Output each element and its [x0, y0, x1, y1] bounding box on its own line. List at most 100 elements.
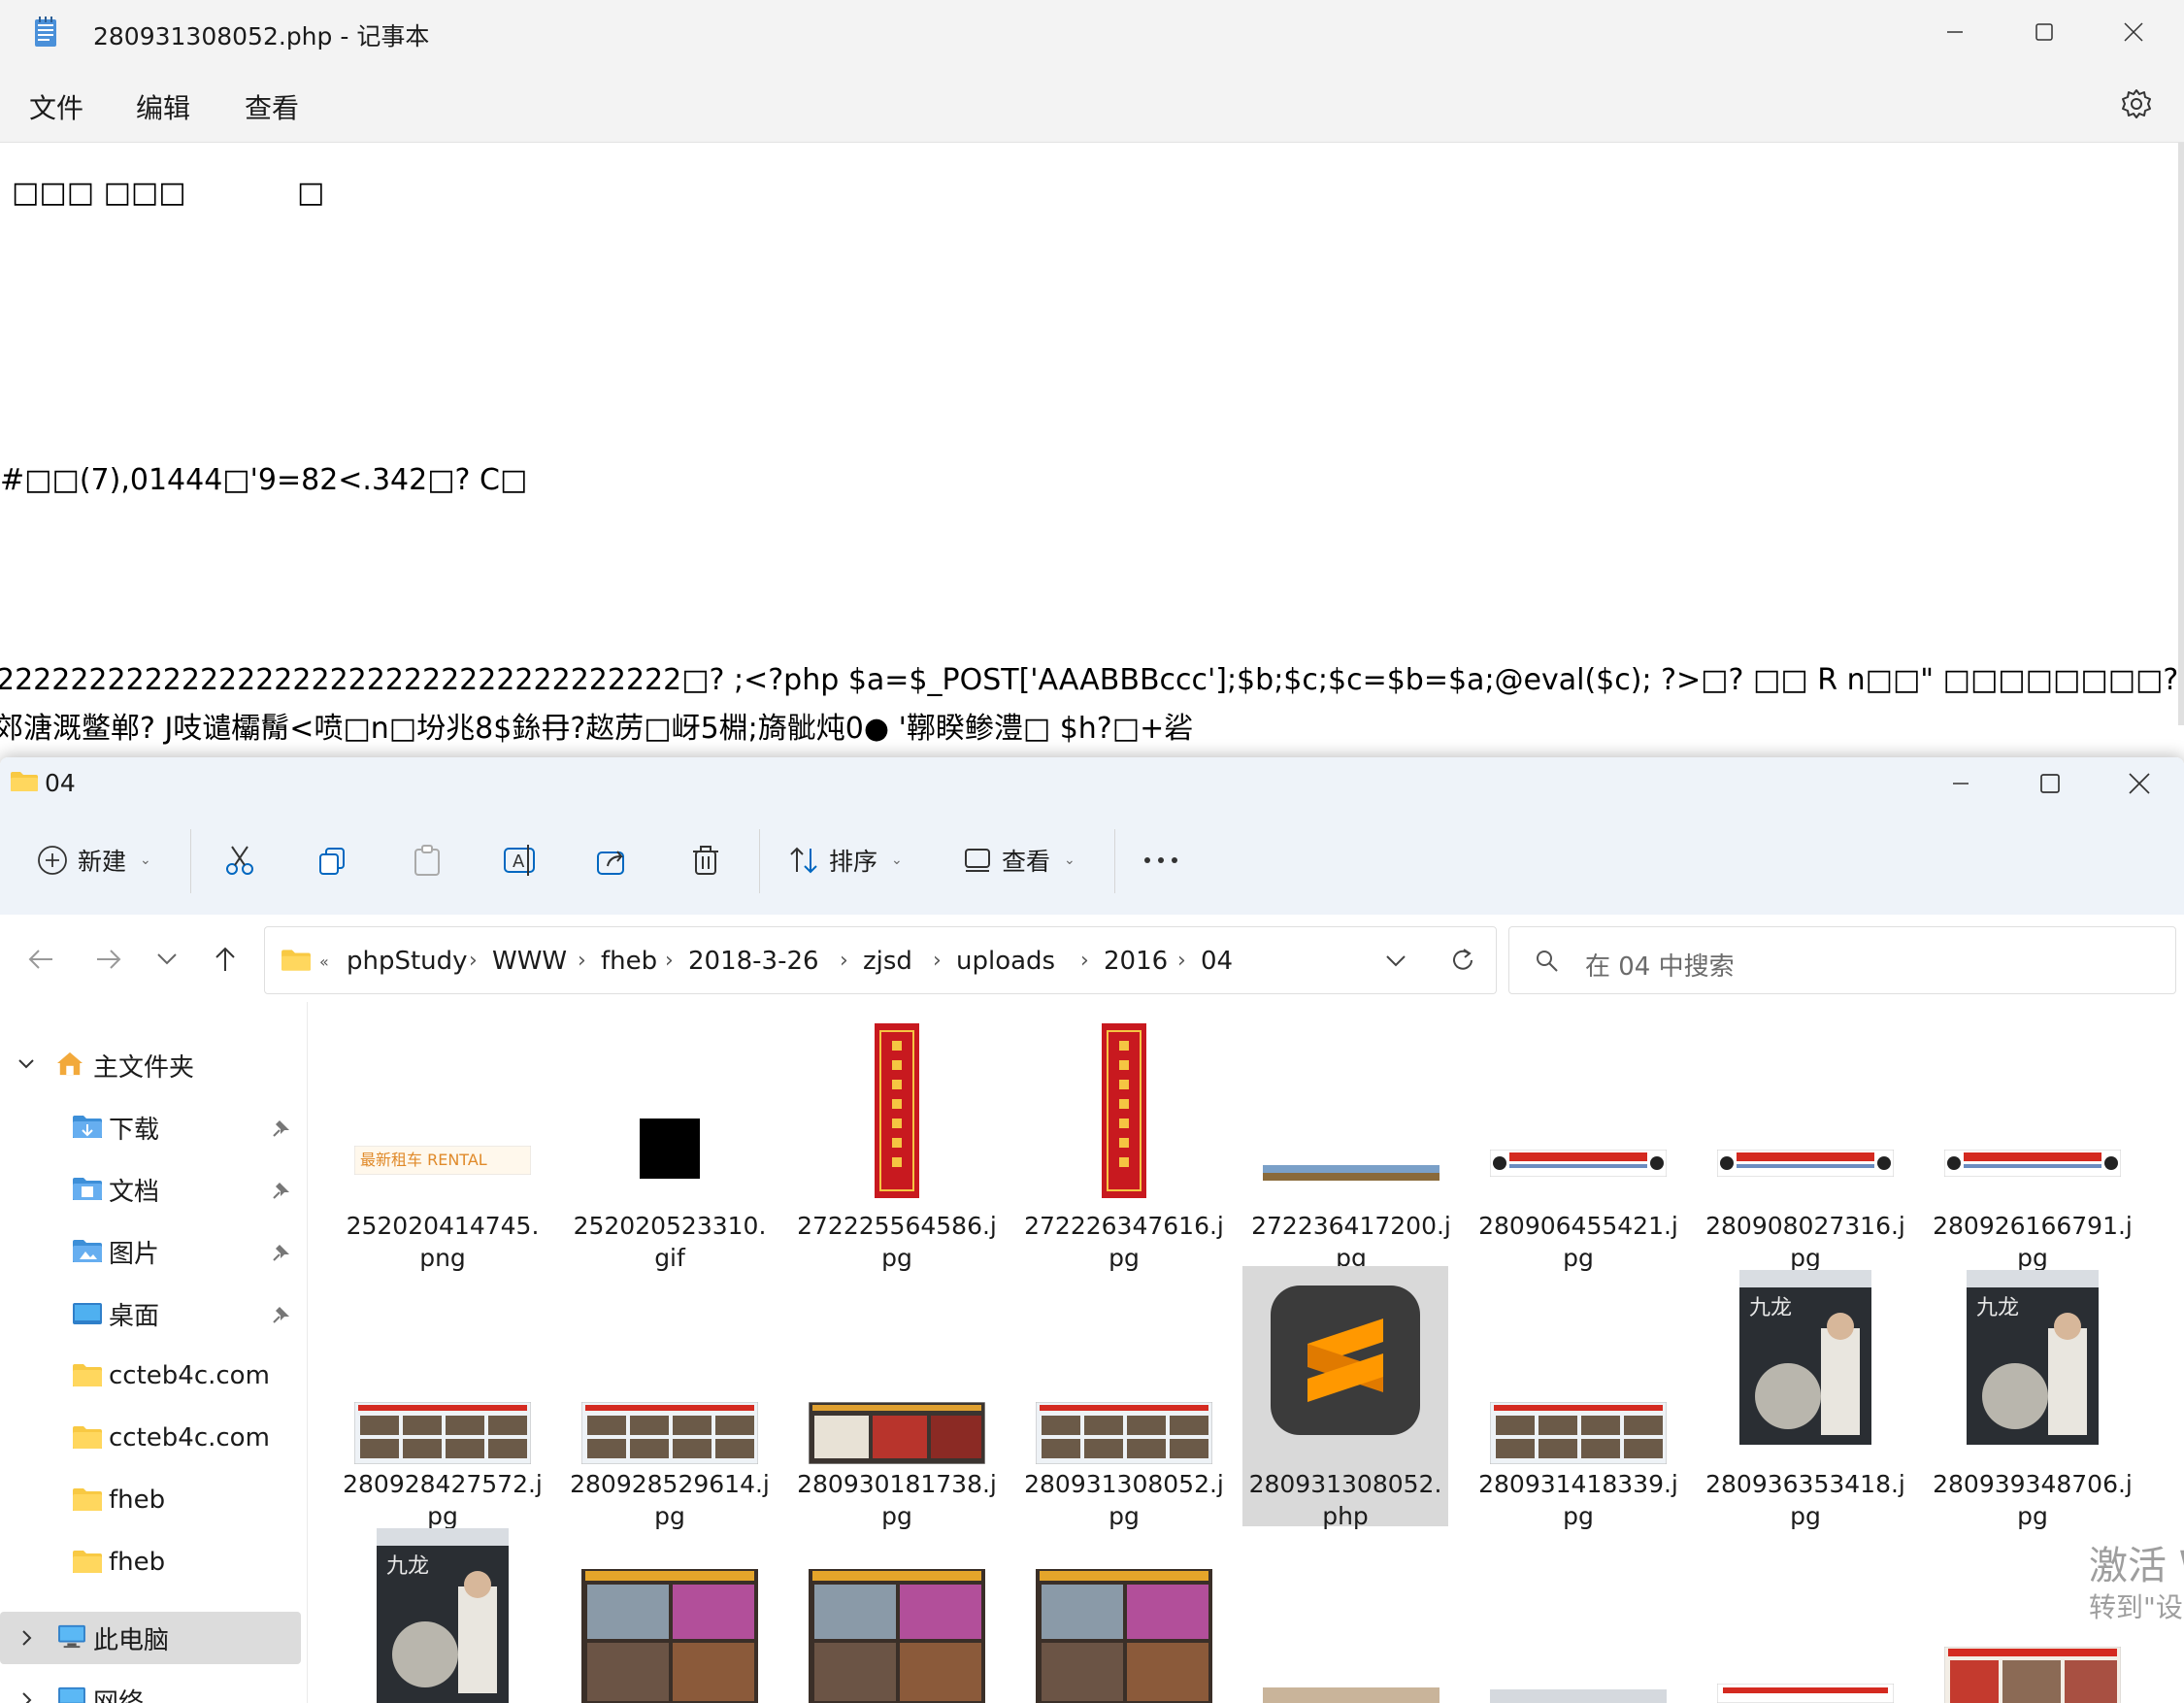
file-item[interactable]: 280906455421.j pg — [1475, 1008, 1681, 1272]
file-item[interactable] — [567, 1524, 773, 1703]
activation-watermark-line1: 激活 W — [2089, 1544, 2184, 1588]
sidebar-item-folder-fheb-2[interactable]: fheb — [0, 1536, 301, 1588]
breadcrumb-04[interactable]: 04 — [1201, 947, 1233, 976]
share-button[interactable] — [596, 837, 629, 884]
menu-view[interactable]: 查看 — [245, 87, 299, 126]
breadcrumb-uploads[interactable]: uploads — [956, 947, 1055, 976]
sort-button[interactable]: 排序 ⌄ — [788, 837, 903, 884]
sidebar-item-this-pc[interactable]: 此电脑 — [0, 1612, 301, 1664]
address-bar[interactable]: « phpStudy › WWW › fheb › 2018-3-26 › zj… — [264, 926, 1497, 994]
menu-edit[interactable]: 编辑 — [136, 87, 190, 126]
file-item[interactable]: 九龙 280936353418.j pg — [1703, 1266, 1908, 1530]
sidebar-item-desktop[interactable]: 桌面 — [0, 1287, 301, 1340]
menu-file[interactable]: 文件 — [29, 87, 83, 126]
breadcrumb-separator-icon[interactable]: › — [469, 949, 478, 973]
sidebar-item-documents[interactable]: 文档 — [0, 1163, 301, 1216]
file-item[interactable]: 280908027316.j pg — [1703, 1008, 1908, 1272]
close-icon — [2129, 773, 2150, 794]
explorer-maximize-button[interactable] — [2021, 759, 2079, 808]
paste-icon — [414, 845, 440, 876]
file-item[interactable]: 272236417200.j pg — [1248, 1008, 1454, 1272]
notepad-scrollbar[interactable] — [2178, 143, 2184, 725]
up-button[interactable] — [206, 940, 245, 979]
more-options-button[interactable] — [1142, 837, 1180, 884]
pin-icon[interactable] — [272, 1119, 291, 1138]
paste-button[interactable] — [412, 837, 443, 884]
breadcrumb-date[interactable]: 2018-3-26 — [688, 947, 819, 976]
breadcrumb-separator-icon[interactable]: › — [1177, 949, 1186, 973]
breadcrumb-2016[interactable]: 2016 — [1104, 947, 1168, 976]
rename-button[interactable]: A — [503, 837, 538, 884]
file-item[interactable]: 280928427572.j pg — [340, 1266, 546, 1530]
file-item[interactable]: 280926166791.j pg — [1930, 1008, 2135, 1272]
recent-locations-button[interactable] — [148, 940, 186, 979]
search-box[interactable]: 在 04 中搜索 — [1508, 926, 2176, 994]
file-item[interactable] — [1703, 1524, 1908, 1703]
cut-button[interactable] — [223, 837, 256, 884]
sidebar-item-home[interactable]: 主文件夹 — [0, 1039, 301, 1091]
breadcrumb-separator-icon[interactable]: › — [933, 949, 942, 973]
breadcrumb-zjsd[interactable]: zjsd — [863, 947, 912, 976]
breadcrumb-separator-icon[interactable]: › — [840, 949, 848, 973]
sidebar-item-downloads[interactable]: 下载 — [0, 1101, 301, 1153]
sidebar-item-folder-ccteb4c-2[interactable]: ccteb4c.com — [0, 1412, 301, 1464]
explorer-close-button[interactable] — [2110, 759, 2168, 808]
address-dropdown-chevron-icon[interactable] — [1385, 954, 1406, 968]
view-button[interactable]: 查看 ⌄ — [963, 837, 1075, 884]
file-item[interactable]: 280928529614.j pg — [567, 1266, 773, 1530]
file-item[interactable]: 280931308052.j pg — [1021, 1266, 1227, 1530]
back-button[interactable] — [21, 940, 60, 979]
notepad-text-area[interactable]: □□□ □□□ □ #□□(7),01444□'9=82<.342□? C□ 2… — [0, 143, 2184, 767]
notepad-titlebar[interactable]: 280931308052.php - 记事本 — [0, 0, 2184, 66]
sidebar-item-pictures[interactable]: 图片 — [0, 1225, 301, 1278]
maximize-button[interactable] — [2015, 8, 2073, 56]
chevron-down-icon — [18, 1059, 34, 1069]
file-item[interactable]: 280931418339.j pg — [1475, 1266, 1681, 1530]
overflow-chevron-icon[interactable]: « — [319, 952, 329, 971]
settings-gear-icon[interactable] — [2120, 87, 2153, 120]
file-item[interactable]: 九龙 — [340, 1524, 546, 1703]
delete-button[interactable] — [691, 837, 720, 884]
network-icon — [58, 1686, 85, 1703]
file-item[interactable]: 272226347616.j pg — [1021, 1008, 1227, 1272]
close-button[interactable] — [2104, 8, 2163, 56]
sidebar-item-folder-fheb-1[interactable]: fheb — [0, 1474, 301, 1526]
breadcrumb-phpstudy[interactable]: phpStudy — [347, 947, 468, 976]
sidebar-pictures-label: 图片 — [109, 1239, 160, 1269]
sidebar-folder-label: fheb — [109, 1486, 166, 1515]
file-item[interactable]: 272225564586.j pg — [794, 1008, 1000, 1272]
file-thumbnail — [1944, 1647, 2121, 1703]
forward-button[interactable] — [89, 940, 128, 979]
breadcrumb-separator-icon[interactable]: › — [1080, 949, 1089, 973]
file-item-selected[interactable]: 280931308052. php — [1242, 1266, 1448, 1530]
file-item[interactable] — [794, 1524, 1000, 1703]
arrow-up-icon — [215, 947, 235, 971]
minimize-button[interactable] — [1926, 8, 1984, 56]
copy-button[interactable] — [316, 837, 347, 884]
breadcrumb-www[interactable]: WWW — [492, 947, 567, 976]
file-item[interactable]: 九龙 280939348706.j pg — [1930, 1266, 2135, 1530]
file-item[interactable] — [1021, 1524, 1227, 1703]
pin-icon[interactable] — [272, 1305, 291, 1324]
file-item[interactable] — [1248, 1524, 1454, 1703]
breadcrumb-fheb[interactable]: fheb — [601, 947, 657, 976]
sublime-text-file-icon — [1271, 1286, 1420, 1435]
sidebar-folder-label: ccteb4c.com — [109, 1423, 270, 1453]
pin-icon[interactable] — [272, 1243, 291, 1262]
search-placeholder: 在 04 中搜索 — [1585, 952, 1735, 982]
file-item[interactable]: 最新租车 RENTAL 252020414745. png — [340, 1008, 546, 1272]
file-item[interactable] — [1475, 1524, 1681, 1703]
sidebar-item-folder-ccteb4c-1[interactable]: ccteb4c.com — [0, 1350, 301, 1402]
breadcrumb-separator-icon[interactable]: › — [578, 949, 586, 973]
sidebar-item-network[interactable]: 网络 — [0, 1674, 301, 1703]
breadcrumb-separator-icon[interactable]: › — [665, 949, 674, 973]
file-item[interactable]: 252020523310. gif — [567, 1008, 773, 1272]
refresh-icon[interactable] — [1449, 947, 1476, 974]
explorer-titlebar[interactable]: 04 — [0, 757, 2184, 808]
new-button[interactable]: 新建 ⌄ — [37, 837, 151, 884]
explorer-minimize-button[interactable] — [1932, 759, 1990, 808]
navigation-bar: « phpStudy › WWW › fheb › 2018-3-26 › zj… — [0, 915, 2184, 1002]
pin-icon[interactable] — [272, 1181, 291, 1200]
file-name: 272236417200.j pg — [1251, 1212, 1451, 1272]
file-item[interactable]: 280930181738.j pg — [794, 1266, 1000, 1530]
